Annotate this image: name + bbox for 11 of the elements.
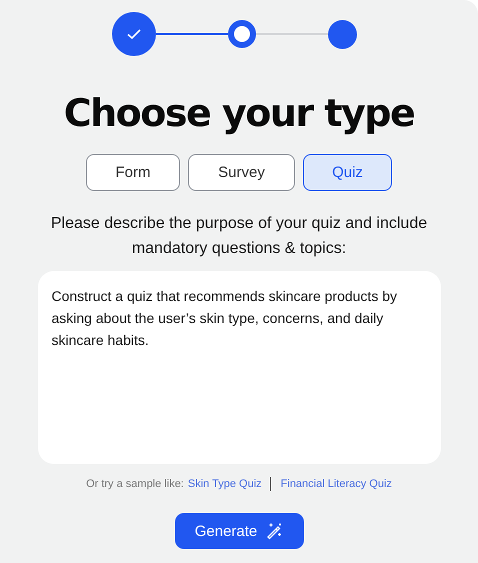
sample-label: Or try a sample like: [86,478,184,490]
description-field[interactable]: Construct a quiz that recommends skincare products by asking about the user’s skin type, concerns, and daily skincare habits. [38,271,440,464]
generate-button[interactable]: Generate [174,513,304,549]
page-title: Choose your type [64,90,414,136]
type-tab[interactable]: Form [86,154,180,191]
type-tab[interactable]: Survey [188,154,295,191]
instruction-text: Please describe the purpose of your quiz and include mandatory questions & topics: [50,214,428,259]
magic-wand-icon [265,522,284,540]
sample-link[interactable]: Financial Literacy Quiz [280,478,392,490]
sample-link[interactable]: Skin Type Quiz [188,478,262,490]
type-tab[interactable]: Quiz [303,154,392,191]
